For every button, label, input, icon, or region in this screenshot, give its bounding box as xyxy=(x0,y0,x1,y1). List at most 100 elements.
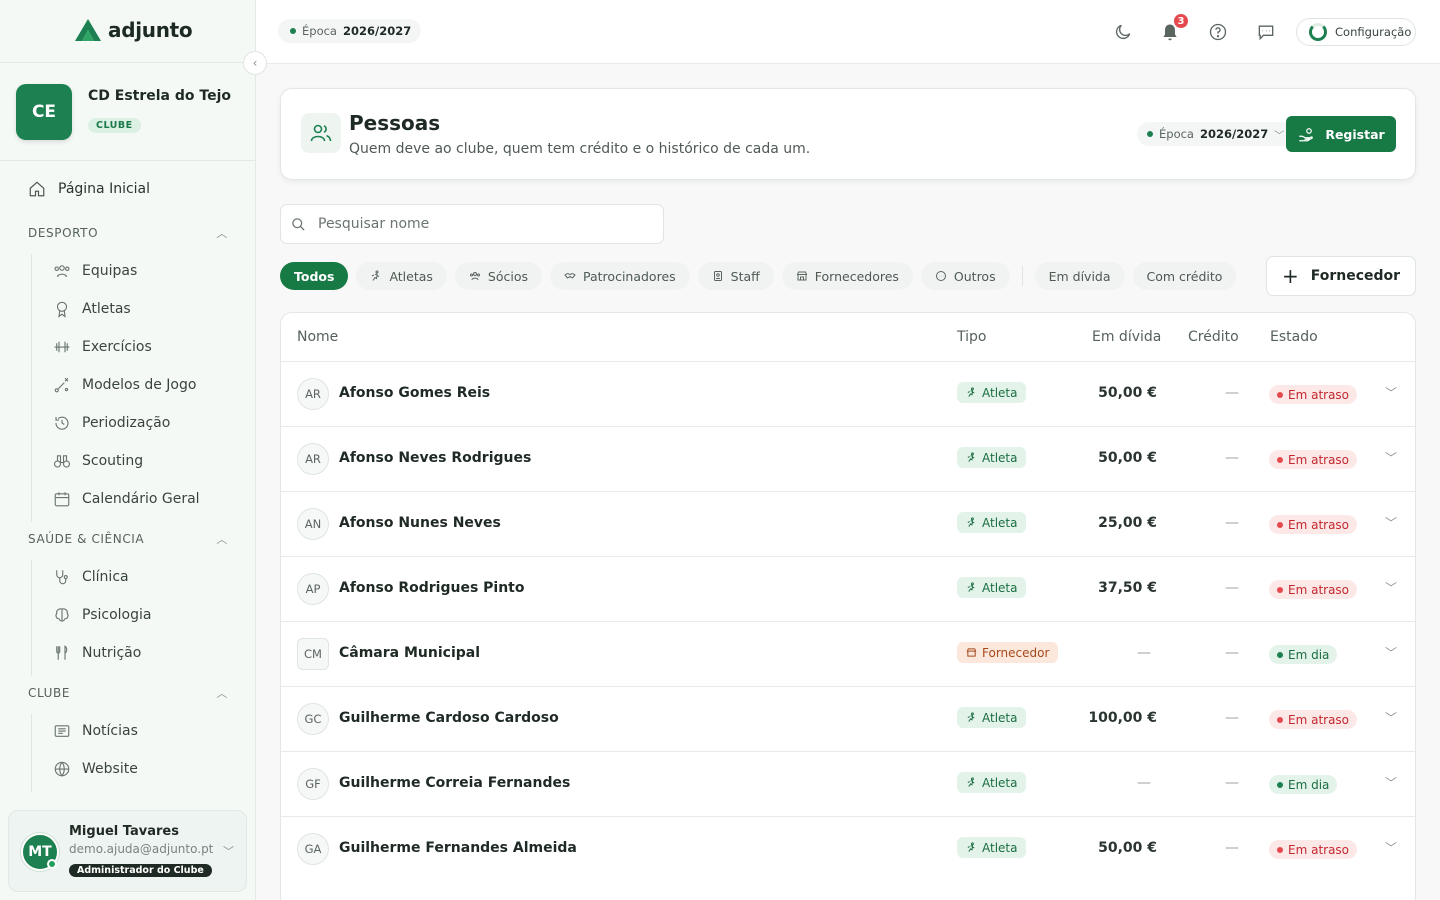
chevron-down-icon: ﹀ xyxy=(1385,516,1398,530)
sidebar-item-psicologia[interactable]: Psicologia xyxy=(53,606,151,624)
column-header-nome[interactable]: Nome xyxy=(297,329,338,345)
search-input[interactable] xyxy=(318,216,638,232)
sidebar-item-exercicios[interactable]: Exercícios xyxy=(53,338,152,356)
column-header-estado[interactable]: Estado xyxy=(1270,329,1318,345)
notifications-button[interactable]: 3 xyxy=(1159,12,1190,43)
filter-todos[interactable]: Todos xyxy=(280,262,349,290)
filter-divider xyxy=(1021,266,1023,286)
status-badge: Em atraso xyxy=(1269,710,1358,729)
type-badge: Atleta xyxy=(957,447,1027,468)
expand-row-button[interactable]: ﹀ xyxy=(1385,384,1397,401)
sidebar-item-scouting[interactable]: Scouting xyxy=(53,452,143,470)
expand-row-button[interactable]: ﹀ xyxy=(1385,514,1397,531)
sidebar-item-atletas[interactable]: Atletas xyxy=(53,300,131,318)
sidebar-item-calendario-geral[interactable]: Calendário Geral xyxy=(53,490,200,508)
table-row[interactable]: GA Guilherme Fernandes Almeida Atleta 50,00… xyxy=(281,816,1415,881)
filter-fornecedores[interactable]: Fornecedores xyxy=(781,262,913,290)
debt-value: — xyxy=(1137,775,1151,791)
filter-em-divida[interactable]: Em dívida xyxy=(1034,262,1125,290)
person-name: Afonso Neves Rodrigues xyxy=(339,450,532,466)
avatar: GA xyxy=(297,833,329,865)
status-label: Em atraso xyxy=(1288,387,1350,402)
filter-label: Em dívida xyxy=(1048,268,1111,284)
filter-outros[interactable]: Outros xyxy=(920,262,1010,290)
table-row[interactable]: AN Afonso Nunes Neves Atleta 25,00 € — Em atr… xyxy=(281,491,1415,556)
section-desporto[interactable]: DESPORTO ︿ xyxy=(28,225,228,241)
runner-icon xyxy=(372,270,380,281)
person-name: Guilherme Correia Fernandes xyxy=(339,775,571,791)
runner-icon xyxy=(967,777,975,787)
theme-toggle-button[interactable] xyxy=(1112,21,1134,43)
column-header-credito[interactable]: Crédito xyxy=(1188,329,1239,345)
config-button[interactable]: Configuração xyxy=(1296,18,1416,46)
messages-button[interactable] xyxy=(1255,21,1277,43)
type-badge: Atleta xyxy=(957,577,1027,598)
register-button[interactable]: Registar xyxy=(1286,116,1396,152)
sidebar-item-modelos-de-jogo[interactable]: Modelos de Jogo xyxy=(53,376,196,394)
column-header-tipo[interactable]: Tipo xyxy=(957,329,986,345)
section-saude-ciencia[interactable]: SAÚDE & CIÊNCIA ︿ xyxy=(28,531,228,547)
filter-patrocinadores[interactable]: Patrocinadores xyxy=(550,262,690,290)
section-clube[interactable]: CLUBE ︿ xyxy=(28,685,228,701)
filter-label: Patrocinadores xyxy=(583,268,676,284)
expand-row-button[interactable]: ﹀ xyxy=(1385,644,1397,661)
status-badge: Em atraso xyxy=(1269,385,1358,404)
search-box[interactable] xyxy=(280,204,664,244)
brand-logo[interactable]: adjunto xyxy=(74,18,193,42)
filter-socios[interactable]: Sócios xyxy=(454,262,543,290)
team-icon xyxy=(54,265,70,278)
avatar: AN xyxy=(297,508,329,540)
user-card[interactable]: MT Miguel Tavares demo.ajuda@adjunto.pt … xyxy=(8,810,247,892)
nav-group-saude xyxy=(31,560,32,676)
collapse-sidebar-button[interactable]: ‹ xyxy=(243,51,267,75)
table-row[interactable]: CM Câmara Municipal Fornecedor — — Em dia ﹀ xyxy=(281,621,1415,686)
column-header-em-divida[interactable]: Em dívida xyxy=(1092,329,1161,345)
sidebar-item-periodizacao[interactable]: Periodização xyxy=(53,414,170,432)
sidebar-item-label: Website xyxy=(82,761,138,777)
add-supplier-button[interactable]: + Fornecedor xyxy=(1266,256,1416,296)
avatar: CM xyxy=(297,638,329,670)
table-row[interactable]: AR Afonso Neves Rodrigues Atleta 50,00 € — Em… xyxy=(281,426,1415,491)
home-icon xyxy=(29,181,45,197)
debt-value: 100,00 € xyxy=(1088,710,1157,726)
table-row[interactable]: AR Afonso Gomes Reis Atleta 50,00 € — Em atra… xyxy=(281,361,1415,426)
chat-icon xyxy=(1258,25,1274,41)
sidebar-item-equipas[interactable]: Equipas xyxy=(53,262,137,280)
sidebar-item-nutricao[interactable]: Nutrição xyxy=(53,644,141,662)
sidebar-item-label: Nutrição xyxy=(82,645,142,661)
status-label: Em atraso xyxy=(1288,452,1350,467)
status-label: Em dia xyxy=(1288,647,1330,662)
utensils-icon xyxy=(56,645,68,660)
sidebar-item-label: Notícias xyxy=(82,723,138,739)
handshake-icon xyxy=(564,272,576,279)
type-badge: Atleta xyxy=(957,512,1027,533)
credit-value: — xyxy=(1225,385,1239,401)
table-row[interactable]: GF Guilherme Correia Fernandes Atleta — — Em … xyxy=(281,751,1415,816)
club-card[interactable]: CE CD Estrela do Tejo CLUBE xyxy=(0,62,255,161)
expand-row-button[interactable]: ﹀ xyxy=(1385,579,1397,596)
nav-home[interactable]: Página Inicial xyxy=(28,180,150,198)
expand-row-button[interactable]: ﹀ xyxy=(1385,449,1397,466)
filter-atletas[interactable]: Atletas xyxy=(356,262,447,290)
people-icon xyxy=(310,124,332,142)
season-select[interactable]: Época 2026/2027 ﹀ xyxy=(1137,122,1295,146)
filter-staff[interactable]: Staff xyxy=(697,262,774,290)
table-row[interactable]: GC Guilherme Cardoso Cardoso Atleta 100,00 … xyxy=(281,686,1415,751)
club-avatar: CE xyxy=(16,84,72,140)
sidebar-item-noticias[interactable]: Notícias xyxy=(53,722,138,740)
brand-name: adjunto xyxy=(108,18,193,42)
expand-row-button[interactable]: ﹀ xyxy=(1385,774,1397,791)
help-button[interactable] xyxy=(1207,21,1229,43)
club-name: CD Estrela do Tejo xyxy=(88,88,231,104)
expand-row-button[interactable]: ﹀ xyxy=(1385,709,1397,726)
status-dot xyxy=(1277,651,1283,658)
progress-ring-icon xyxy=(1309,23,1327,41)
filter-com-credito[interactable]: Com crédito xyxy=(1132,262,1237,290)
credit-value: — xyxy=(1225,710,1239,726)
sidebar-item-website[interactable]: Website xyxy=(53,760,138,778)
sidebar-item-clinica[interactable]: Clínica xyxy=(53,568,129,586)
type-label: Atleta xyxy=(982,775,1018,790)
search-icon xyxy=(292,217,305,231)
table-row[interactable]: AP Afonso Rodrigues Pinto Atleta 37,50 € — Em… xyxy=(281,556,1415,621)
expand-row-button[interactable]: ﹀ xyxy=(1385,839,1397,856)
